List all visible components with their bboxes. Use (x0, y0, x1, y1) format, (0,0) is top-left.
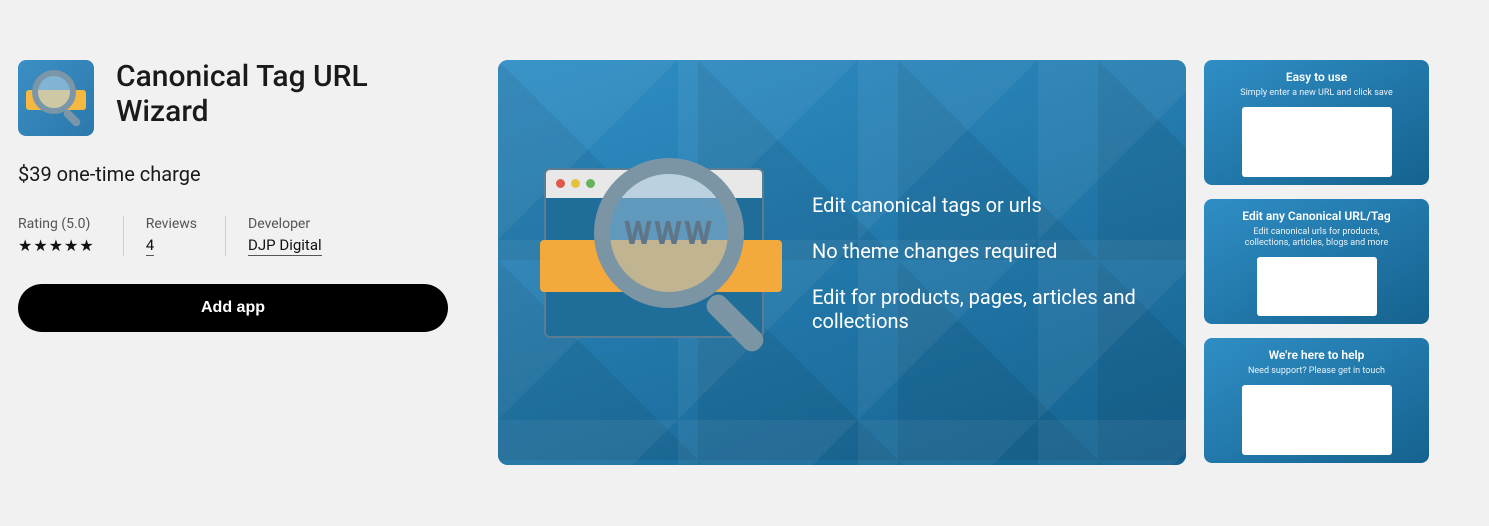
app-title: Canonical Tag URL Wizard (116, 60, 448, 129)
developer-link[interactable]: DJP Digital (248, 236, 322, 256)
app-info-panel: Canonical Tag URL Wizard $39 one-time ch… (18, 60, 448, 465)
hero-bullet: Edit canonical tags or urls (812, 193, 1150, 217)
developer-label: Developer (248, 216, 322, 232)
thumb-preview (1257, 257, 1377, 316)
hero-image[interactable]: WWW Edit canonical tags or urls No theme… (498, 60, 1186, 465)
thumb-title: Easy to use (1286, 70, 1347, 84)
thumb-preview (1242, 385, 1392, 455)
thumbnail[interactable]: Edit any Canonical URL/Tag Edit canonica… (1204, 199, 1429, 324)
hero-bullet: No theme changes required (812, 239, 1150, 263)
thumbnail[interactable]: We're here to help Need support? Please … (1204, 338, 1429, 463)
hero-bullet: Edit for products, pages, articles and c… (812, 285, 1150, 333)
thumb-subtitle: Need support? Please get in touch (1248, 366, 1385, 377)
add-app-button[interactable]: Add app (18, 284, 448, 332)
hero-bullets: Edit canonical tags or urls No theme cha… (812, 193, 1150, 333)
reviews-label: Reviews (146, 216, 197, 232)
thumb-preview (1242, 107, 1392, 177)
thumbnail[interactable]: Easy to use Simply enter a new URL and c… (1204, 60, 1429, 185)
rating-block: Rating (5.0) ★★★★★ (18, 216, 95, 256)
thumbnail-column: Easy to use Simply enter a new URL and c… (1204, 60, 1429, 465)
app-meta-row: Rating (5.0) ★★★★★ Reviews 4 Developer D… (18, 216, 448, 256)
app-price: $39 one-time charge (18, 162, 448, 186)
thumb-title: We're here to help (1269, 348, 1365, 362)
hero-graphic: WWW (534, 148, 784, 378)
media-gallery: WWW Edit canonical tags or urls No theme… (498, 60, 1471, 465)
thumb-subtitle: Edit canonical urls for products, collec… (1232, 227, 1402, 249)
magnifier-icon: WWW (594, 158, 744, 308)
reviews-block: Reviews 4 (123, 216, 197, 256)
rating-label: Rating (5.0) (18, 216, 95, 232)
reviews-count-link[interactable]: 4 (146, 236, 154, 256)
developer-block: Developer DJP Digital (225, 216, 322, 256)
thumb-subtitle: Simply enter a new URL and click save (1240, 88, 1393, 99)
thumb-title: Edit any Canonical URL/Tag (1242, 209, 1390, 223)
app-icon (18, 60, 94, 136)
rating-stars: ★★★★★ (18, 236, 95, 255)
